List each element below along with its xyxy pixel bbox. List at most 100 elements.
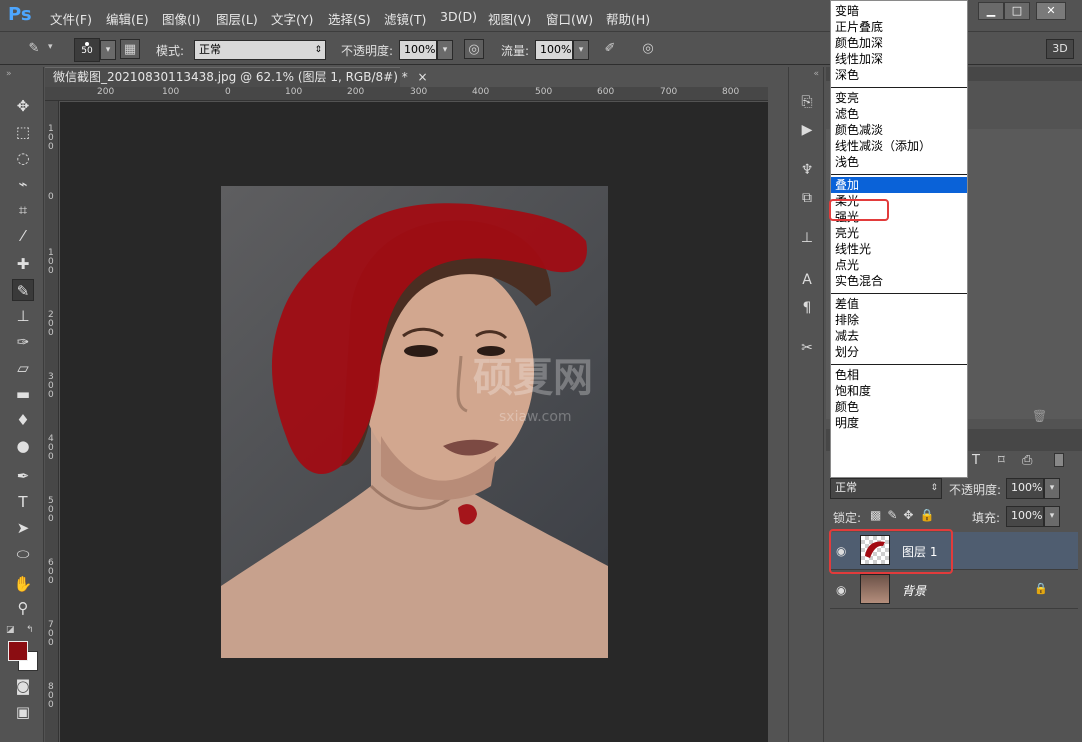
type-tool-icon[interactable]: T	[12, 491, 34, 513]
lock-icons[interactable]: ▩✎✥🔒	[870, 508, 940, 522]
lock-transparency-icon[interactable]: ▩	[870, 508, 887, 522]
blend-item[interactable]: 颜色	[831, 399, 967, 415]
clone-stamp-tool-icon[interactable]: ⊥	[12, 305, 34, 327]
shape-tool-icon[interactable]: ⬭	[12, 543, 34, 565]
blend-mode-dropdown[interactable]: 变暗 正片叠底 颜色加深 线性加深 深色 变亮 滤色 颜色减淡 线性减淡（添加）…	[830, 0, 968, 478]
screen-mode-icon[interactable]: ▣	[12, 701, 34, 723]
lock-pixels-icon[interactable]: ✎	[887, 508, 903, 522]
blend-item[interactable]: 划分	[831, 344, 967, 360]
flow-input[interactable]: 100%	[535, 40, 573, 60]
3d-mode-button[interactable]: 3D	[1046, 39, 1074, 59]
blend-item[interactable]: 点光	[831, 257, 967, 273]
menu-image[interactable]: 图像(I)	[162, 9, 200, 28]
quick-mask-icon[interactable]: ◙	[12, 675, 34, 697]
swap-colors-icon[interactable]: ↰	[26, 625, 34, 635]
blend-item[interactable]: 排除	[831, 312, 967, 328]
collapse-icon[interactable]: »	[6, 69, 12, 79]
blend-item[interactable]: 颜色加深	[831, 35, 967, 51]
tool-presets-icon[interactable]: ✂	[796, 337, 818, 359]
blend-item[interactable]: 明度	[831, 415, 967, 431]
menu-filter[interactable]: 滤镜(T)	[384, 9, 426, 28]
blend-item[interactable]: 正片叠底	[831, 19, 967, 35]
blend-item[interactable]: 亮光	[831, 225, 967, 241]
shape-filter-icon[interactable]: ⌑	[998, 453, 1005, 468]
document-image[interactable]: 硕夏网 sxiaw.com	[221, 186, 608, 658]
brush-settings-icon[interactable]: ⧉	[796, 187, 818, 209]
pressure-opacity-icon[interactable]: ◎	[464, 39, 484, 59]
layer-opacity-dropdown[interactable]: ▾	[1044, 478, 1060, 499]
brush-preset-icon[interactable]: ✎	[24, 39, 44, 59]
eyedropper-tool-icon[interactable]: ⁄	[12, 225, 34, 247]
pen-tool-icon[interactable]: ✒	[12, 465, 34, 487]
maximize-button[interactable]: □	[1004, 2, 1030, 20]
blend-item[interactable]: 线性光	[831, 241, 967, 257]
blend-item[interactable]: 差值	[831, 296, 967, 312]
type-filter-icon[interactable]: T	[972, 453, 980, 468]
vertical-ruler[interactable]: 1 0 0 0 1 0 0 2 0 0 3 0 0 4 0 0 5 0 0 6 …	[45, 101, 59, 742]
menu-type[interactable]: 文字(Y)	[271, 9, 313, 28]
blur-tool-icon[interactable]: ♦	[12, 409, 34, 431]
clone-source-icon[interactable]: ⊥	[796, 227, 818, 249]
menu-edit[interactable]: 编辑(E)	[106, 9, 149, 28]
menu-view[interactable]: 视图(V)	[488, 9, 531, 28]
layer-opacity-input[interactable]: 100%	[1006, 478, 1044, 499]
blend-item[interactable]: 线性减淡（添加）	[831, 138, 967, 154]
lock-all-icon[interactable]: 🔒	[919, 508, 940, 522]
filter-toggle[interactable]	[1054, 453, 1064, 467]
paragraph-panel-icon[interactable]: ¶	[796, 297, 818, 319]
layer-blend-select[interactable]: 正常 ⇕	[830, 478, 942, 499]
actions-panel-icon[interactable]: ▶	[796, 119, 818, 141]
menu-layer[interactable]: 图层(L)	[216, 9, 258, 28]
brush-size-preview[interactable]: 50	[74, 38, 100, 62]
brush-panel-icon[interactable]: ▦	[120, 39, 140, 59]
blend-item[interactable]: 色相	[831, 367, 967, 383]
close-window-button[interactable]: ✕	[1036, 2, 1066, 20]
blend-item[interactable]: 线性加深	[831, 51, 967, 67]
healing-brush-tool-icon[interactable]: ✚	[12, 253, 34, 275]
eraser-tool-icon[interactable]: ▱	[12, 357, 34, 379]
layer-row[interactable]: ◉ 背景 🔒	[830, 571, 1078, 609]
trash-icon[interactable]: 🗑	[1032, 409, 1047, 423]
airbrush-icon[interactable]: ✐	[600, 39, 620, 59]
blend-item[interactable]: 颜色减淡	[831, 122, 967, 138]
menu-help[interactable]: 帮助(H)	[606, 9, 650, 28]
brush-tool-icon[interactable]: ✎	[12, 279, 34, 301]
minimize-button[interactable]: ▁	[978, 2, 1004, 20]
dodge-tool-icon[interactable]: ●	[12, 435, 34, 457]
blend-item[interactable]: 深色	[831, 67, 967, 83]
blend-item[interactable]: 滤色	[831, 106, 967, 122]
history-brush-tool-icon[interactable]: ✑	[12, 331, 34, 353]
smart-filter-icon[interactable]: ⎙	[1022, 453, 1032, 468]
quick-select-tool-icon[interactable]: ⌁	[12, 173, 34, 195]
opacity-input[interactable]: 100%	[399, 40, 437, 60]
path-select-tool-icon[interactable]: ➤	[12, 517, 34, 539]
eye-icon[interactable]: ◉	[836, 583, 846, 597]
brush-size-dropdown[interactable]: ▾	[100, 40, 116, 60]
collapse-dock-icon[interactable]: «	[813, 69, 819, 79]
blend-item[interactable]: 变亮	[831, 90, 967, 106]
close-tab-icon[interactable]: ×	[418, 70, 428, 84]
foreground-color-swatch[interactable]	[8, 641, 28, 661]
layer-name[interactable]: 背景	[902, 582, 926, 599]
zoom-tool-icon[interactable]: ⚲	[12, 597, 34, 619]
default-colors-icon[interactable]: ◪	[6, 625, 15, 635]
fill-input[interactable]: 100%	[1006, 506, 1044, 527]
gradient-tool-icon[interactable]: ▬	[12, 383, 34, 405]
move-tool-icon[interactable]: ✥	[12, 95, 34, 117]
blend-item[interactable]: 实色混合	[831, 273, 967, 289]
chevron-down-icon[interactable]: ▾	[48, 42, 53, 52]
pressure-size-icon[interactable]: ◎	[638, 39, 658, 59]
lock-position-icon[interactable]: ✥	[903, 508, 919, 522]
blend-item[interactable]: 浅色	[831, 154, 967, 170]
blend-item-selected[interactable]: 叠加	[831, 177, 967, 193]
menu-3d[interactable]: 3D(D)	[440, 9, 477, 24]
menu-file[interactable]: 文件(F)	[50, 9, 92, 28]
menu-window[interactable]: 窗口(W)	[546, 9, 593, 28]
document-tab[interactable]: 微信截图_20210830113438.jpg @ 62.1% (图层 1, R…	[45, 67, 428, 87]
crop-tool-icon[interactable]: ⌗	[12, 199, 34, 221]
menu-select[interactable]: 选择(S)	[328, 9, 371, 28]
blend-item[interactable]: 饱和度	[831, 383, 967, 399]
mode-select[interactable]: 正常 ⇕	[194, 40, 326, 60]
blend-item[interactable]: 变暗	[831, 3, 967, 19]
character-panel-icon[interactable]: A	[796, 269, 818, 291]
